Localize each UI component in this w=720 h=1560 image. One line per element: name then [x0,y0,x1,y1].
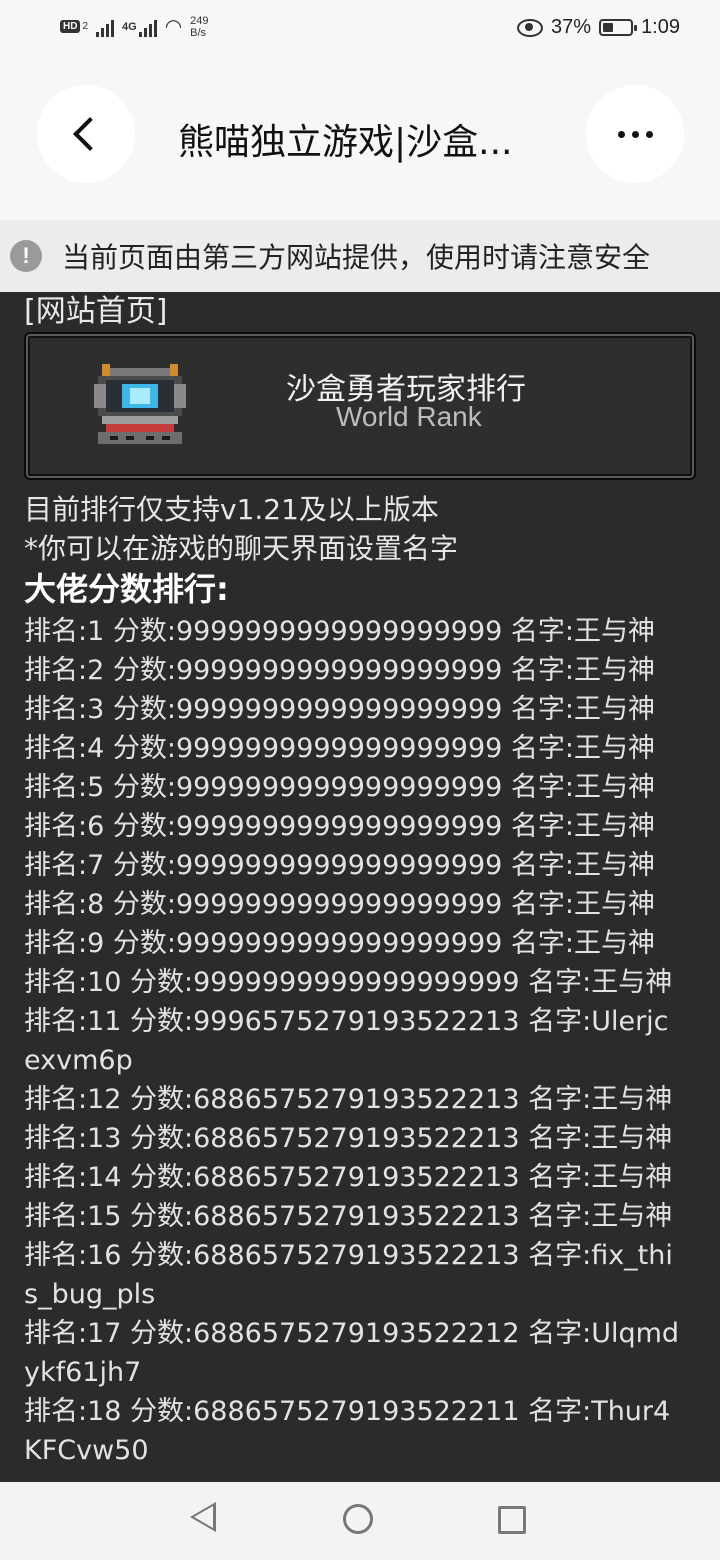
more-button[interactable] [586,85,684,183]
rank-row: 排名:3 分数:9999999999999999999 名字:王与神 [24,694,656,725]
rank-row: 排名:11 分数:9996575279193522213 名字:Ulerjcex… [24,1006,669,1076]
home-link[interactable]: [网站首页] [24,292,167,330]
rank-row: 排名:15 分数:6886575279193522213 名字:王与神 [24,1201,673,1232]
clock: 1:09 [641,16,680,38]
leaderboard-heading: 大佬分数排行: [24,570,229,608]
nav-home-circle-icon[interactable] [343,1504,373,1534]
rank-row: 排名:8 分数:9999999999999999999 名字:王与神 [24,889,656,920]
security-warning-bar: ! 当前页面由第三方网站提供，使用时请注意安全 [0,220,720,292]
rank-list: 排名:1 分数:9999999999999999999 名字:王与神 排名:2 … [24,612,704,1470]
net-speed: 249 B/s [190,15,208,39]
page-title: 熊喵独立游戏|沙盒... [178,122,513,163]
back-button[interactable] [37,85,135,183]
rank-row: 排名:12 分数:6886575279193522213 名字:王与神 [24,1084,673,1115]
nav-recents-square-icon[interactable] [498,1506,526,1534]
rank-row: 排名:17 分数:6886575279193522212 名字:Ulqmdykf… [24,1318,680,1388]
eye-comfort-icon [517,18,544,37]
back-chevron-icon [73,117,107,151]
nav-back-triangle-icon[interactable] [190,1502,216,1532]
exclamation-icon: ! [10,240,42,272]
more-dots-icon [617,130,653,138]
network-type: 4G [122,20,137,33]
world-rank-card[interactable]: 沙盒勇者玩家排行 World Rank [24,332,696,480]
pixel-chest-icon [94,364,186,444]
rank-row: 排名:18 分数:6886575279193522211 名字:Thur4KFC… [24,1396,671,1466]
signal-icon-1 [96,17,115,37]
system-nav-bar [0,1482,720,1560]
net-speed-unit: B/s [190,26,207,39]
net-speed-value: 249 [190,14,209,27]
rank-row: 排名:14 分数:6886575279193522213 名字:王与神 [24,1162,673,1193]
rank-row: 排名:9 分数:9999999999999999999 名字:王与神 [24,928,656,959]
rank-row: 排名:1 分数:9999999999999999999 名字:王与神 [24,616,656,647]
card-subtitle: World Rank [336,401,482,432]
version-notice: 目前排行仅支持v1.21及以上版本 [24,493,439,526]
rank-row: 排名:5 分数:9999999999999999999 名字:王与神 [24,772,656,803]
rank-row: 排名:7 分数:9999999999999999999 名字:王与神 [24,850,656,881]
rank-row: 排名:13 分数:6886575279193522213 名字:王与神 [24,1123,673,1154]
name-setting-notice: *你可以在游戏的聊天界面设置名字 [24,532,459,565]
title-bar: 熊喵独立游戏|沙盒... [0,60,720,220]
rank-row: 排名:2 分数:9999999999999999999 名字:王与神 [24,655,656,686]
rank-row: 排名:4 分数:9999999999999999999 名字:王与神 [24,733,656,764]
battery-icon [599,19,638,36]
web-content[interactable]: [网站首页] 沙盒勇者玩家排行 World Rank 目前排行仅支持v1.21及… [0,292,720,1482]
rank-row: 排名:6 分数:9999999999999999999 名字:王与神 [24,811,656,842]
rank-row: 排名:16 分数:6886575279193522213 名字:fix_this… [24,1240,673,1310]
sim-label: 2 [82,21,89,32]
rank-row: 排名:10 分数:9999999999999999999 名字:王与神 [24,967,673,998]
leaderboard-section: 目前排行仅支持v1.21及以上版本 *你可以在游戏的聊天界面设置名字 大佬分数排… [24,490,704,1470]
status-left: HD 2 4G ◠ 249 B/s [60,14,209,39]
wifi-icon: ◠ [164,16,183,38]
battery-percent: 37% [551,16,592,38]
hd-badge: HD [60,20,81,33]
status-right: 37% 1:09 [517,16,680,39]
security-warning-text: 当前页面由第三方网站提供，使用时请注意安全 [62,241,651,274]
status-bar: HD 2 4G ◠ 249 B/s 37% 1:09 [0,0,720,60]
signal-icon-2 [138,17,157,37]
